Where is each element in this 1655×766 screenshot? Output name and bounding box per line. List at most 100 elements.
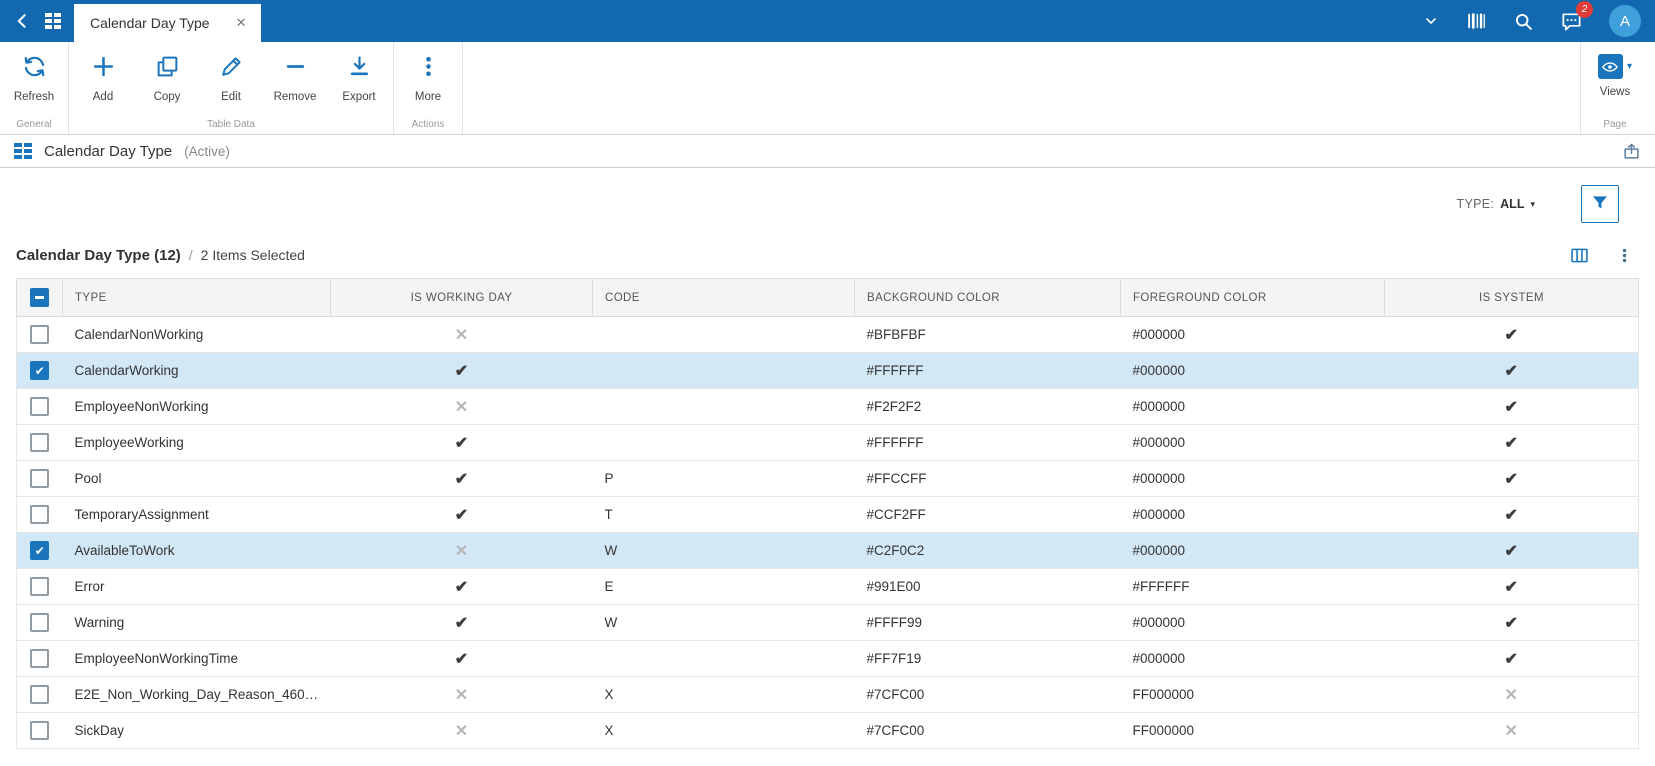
column-chooser-icon[interactable] [1569,245,1590,266]
search-icon[interactable] [1513,11,1534,32]
back-chevron-icon[interactable] [8,0,38,42]
column-header-type[interactable]: TYPE [62,278,331,317]
row-checkbox[interactable] [30,721,50,740]
cell-foreground-color: #000000 [1120,460,1385,497]
chat-icon[interactable]: 2 [1560,0,1593,33]
barcode-icon[interactable] [1465,10,1487,32]
cell-foreground-color: #000000 [1120,640,1385,677]
row-checkbox[interactable] [30,649,50,668]
cell-background-color: #FFCCFF [854,460,1121,497]
row-checkbox[interactable] [30,577,50,596]
check-icon: ✔ [454,506,469,524]
cell-background-color: #FFFFFF [854,424,1121,461]
row-checkbox[interactable] [30,541,50,560]
filter-button[interactable] [1581,185,1619,223]
column-header-background-color[interactable]: BACKGROUND COLOR [854,278,1121,317]
cell-type: TemporaryAssignment [62,496,331,533]
cell-background-color: #C2F0C2 [854,532,1121,569]
cell-code: W [592,532,855,569]
topbar-dropdown-chevron-icon[interactable] [1423,13,1439,29]
table-row[interactable]: Warning ✔ W #FFFF99 #000000 ✔ [16,604,1639,641]
more-button[interactable]: More [396,46,460,103]
export-icon [347,54,372,84]
row-checkbox[interactable] [30,325,50,344]
refresh-button[interactable]: Refresh [2,46,66,103]
apps-grid-icon[interactable] [38,0,68,42]
cell-background-color: #FF7F19 [854,640,1121,677]
edit-icon [219,54,244,84]
cell-is-working-day: ✔ [330,460,593,497]
cell-background-color: #7CFC00 [854,676,1121,713]
grid-title-separator: / [188,247,193,263]
cell-background-color: #CCF2FF [854,496,1121,533]
cell-foreground-color: #000000 [1120,388,1385,425]
ribbon-group-actions: More Actions [394,42,463,134]
cell-foreground-color: #000000 [1120,496,1385,533]
cell-type: AvailableToWork [62,532,331,569]
check-icon: ✔ [1504,470,1518,488]
type-filter-dropdown[interactable]: TYPE: ALL ▾ [1457,197,1535,211]
cell-is-working-day: ✕ [330,712,593,749]
select-all-checkbox[interactable] [30,288,49,307]
check-icon: ✔ [1504,362,1518,380]
cell-type: Pool [62,460,331,497]
check-icon: ✔ [1504,506,1518,524]
row-checkbox[interactable] [30,433,50,452]
table-row[interactable]: EmployeeNonWorking ✕ #F2F2F2 #000000 ✔ [16,388,1639,425]
export-label: Export [342,91,376,103]
cell-background-color: #BFBFBF [854,316,1121,353]
table-row[interactable]: SickDay ✕ X #7CFC00 FF000000 ✕ [16,712,1639,749]
kebab-menu-icon[interactable] [1616,247,1633,264]
export-button[interactable]: Export [327,46,391,103]
notification-badge: 2 [1576,0,1593,18]
table-row[interactable]: Pool ✔ P #FFCCFF #000000 ✔ [16,460,1639,497]
add-button[interactable]: Add [71,46,135,103]
column-header-code[interactable]: CODE [592,278,855,317]
row-checkbox[interactable] [30,685,50,704]
ribbon-group-label-page: Page [1603,119,1627,130]
copy-button[interactable]: Copy [135,46,199,103]
column-header-foreground-color[interactable]: FOREGROUND COLOR [1120,278,1385,317]
copy-label: Copy [153,91,181,103]
x-icon: ✕ [1504,722,1518,740]
page-subheader: Calendar Day Type (Active) [0,135,1655,168]
table-view-icon[interactable] [14,143,32,159]
cell-foreground-color: #FFFFFF [1120,568,1385,605]
avatar[interactable]: A [1609,5,1641,37]
table-row[interactable]: AvailableToWork ✕ W #C2F0C2 #000000 ✔ [16,532,1639,569]
views-button[interactable]: ▾ Views [1583,46,1647,98]
cell-type: CalendarWorking [62,352,331,389]
row-checkbox[interactable] [30,397,50,416]
x-icon: ✕ [454,398,469,416]
table-row[interactable]: CalendarNonWorking ✕ #BFBFBF #000000 ✔ [16,316,1639,353]
cell-foreground-color: #000000 [1120,604,1385,641]
table-row[interactable]: EmployeeWorking ✔ #FFFFFF #000000 ✔ [16,424,1639,461]
cell-type: EmployeeNonWorking [62,388,331,425]
table-row[interactable]: Error ✔ E #991E00 #FFFFFF ✔ [16,568,1639,605]
row-checkbox[interactable] [30,361,50,380]
table-row[interactable]: TemporaryAssignment ✔ T #CCF2FF #000000 … [16,496,1639,533]
table-row[interactable]: EmployeeNonWorkingTime ✔ #FF7F19 #000000… [16,640,1639,677]
more-icon [416,54,441,84]
views-caret-icon[interactable]: ▾ [1627,61,1632,72]
check-icon: ✔ [1504,434,1518,452]
column-header-is-working-day[interactable]: IS WORKING DAY [330,278,593,317]
table-row[interactable]: E2E_Non_Working_Day_Reason_4609d... ✕ X … [16,676,1639,713]
row-checkbox[interactable] [30,613,50,632]
cell-is-system: ✕ [1384,712,1639,749]
table-row[interactable]: CalendarWorking ✔ #FFFFFF #000000 ✔ [16,352,1639,389]
refresh-label: Refresh [13,91,55,103]
edit-button[interactable]: Edit [199,46,263,103]
column-header-is-system[interactable]: IS SYSTEM [1384,278,1639,317]
type-filter-label: TYPE: [1456,197,1495,211]
check-icon: ✔ [1504,542,1518,560]
remove-button[interactable]: Remove [263,46,327,103]
header-checkbox-cell [16,278,63,317]
tab-calendar-day-type[interactable]: Calendar Day Type ✕ [74,4,261,42]
row-checkbox[interactable] [30,469,50,488]
row-checkbox[interactable] [30,505,50,524]
cell-is-system: ✔ [1384,352,1639,389]
pop-out-icon[interactable] [1622,142,1641,161]
cell-is-working-day: ✕ [330,676,593,713]
tab-close-icon[interactable]: ✕ [236,15,247,31]
